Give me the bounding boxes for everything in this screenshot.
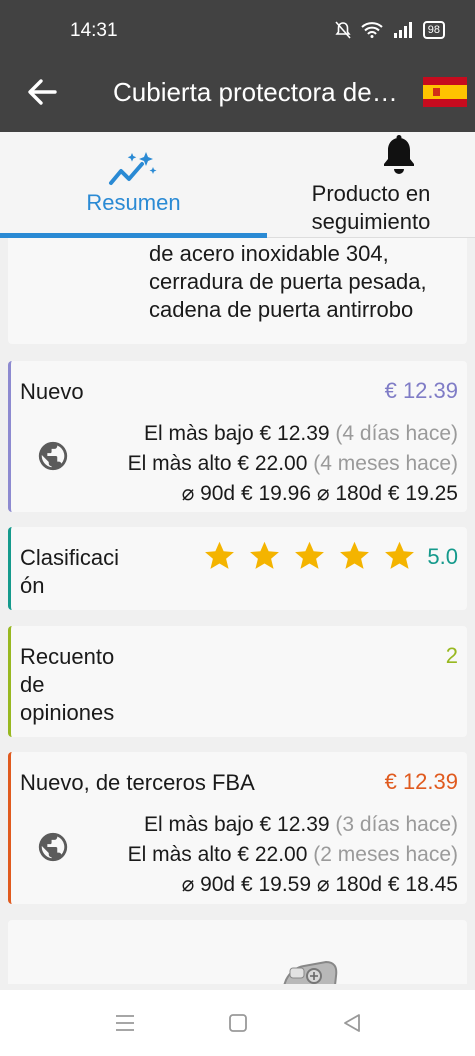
globe-icon xyxy=(38,832,68,862)
home-square-icon[interactable] xyxy=(223,1008,253,1038)
highest-label: El màs alto xyxy=(127,452,232,475)
trend-sparkle-icon xyxy=(109,152,157,185)
tab-resumen[interactable]: Resumen xyxy=(0,132,267,238)
highest-row: El màs alto € 22.00 (2 meses hace) xyxy=(128,840,458,870)
avg180-label: ⌀ 180d xyxy=(316,482,383,505)
review-count-value: 2 xyxy=(445,643,458,668)
back-arrow-icon[interactable] xyxy=(24,74,60,110)
highest-when: (2 meses hace) xyxy=(313,843,458,866)
description-line: cadena de puerta antirrobo xyxy=(149,297,414,322)
status-time: 14:31 xyxy=(70,20,118,41)
globe-icon xyxy=(38,441,68,471)
rating-label: Clasificaci ón xyxy=(20,544,119,600)
price-card-nuevo[interactable]: Nuevo € 12.39 El màs bajo € 12.39 (4 día… xyxy=(8,361,467,512)
back-triangle-icon[interactable] xyxy=(337,1008,367,1038)
rating-label-line: Clasificaci xyxy=(20,545,120,570)
highest-label: El màs alto xyxy=(127,843,232,866)
price-type-label: Nuevo, de terceros FBA xyxy=(20,770,255,795)
lowest-when: (3 días hace) xyxy=(335,813,458,836)
avg180-value: € 19.25 xyxy=(387,482,458,505)
review-label-line: de xyxy=(20,672,45,697)
avg180-label: ⌀ 180d xyxy=(316,873,383,896)
lowest-label: El màs bajo xyxy=(143,813,254,836)
review-label-line: opiniones xyxy=(20,700,115,725)
average-row: ⌀ 90d € 19.96 ⌀ 180d € 19.25 xyxy=(128,479,458,509)
top-bar: 14:31 98 Cubierta protectora de… xyxy=(0,0,475,132)
price-type-label: Nuevo xyxy=(20,379,84,404)
lowest-value: € 12.39 xyxy=(259,422,330,445)
description-card: de acero inoxidable 304, cerradura de pu… xyxy=(8,238,467,344)
rating-value: 5.0 xyxy=(427,544,458,569)
lowest-row: El màs bajo € 12.39 (4 días hace) xyxy=(128,419,458,449)
avg90-label: ⌀ 90d xyxy=(181,482,236,505)
current-price: € 12.39 xyxy=(384,769,458,794)
summary-content[interactable]: de acero inoxidable 304, cerradura de pu… xyxy=(0,238,475,984)
rating-label-line: ón xyxy=(20,573,45,598)
avg90-value: € 19.96 xyxy=(240,482,312,505)
spain-flag-icon[interactable] xyxy=(423,77,467,107)
lowest-when: (4 días hace) xyxy=(335,422,458,445)
signal-icon xyxy=(393,22,412,38)
star-icon xyxy=(205,541,234,569)
price-stats: El màs bajo € 12.39 (4 días hace) El màs… xyxy=(128,419,458,509)
product-image xyxy=(283,960,338,984)
battery-icon: 98 xyxy=(422,21,445,39)
highest-value: € 22.00 xyxy=(237,843,308,866)
system-nav-bar xyxy=(0,990,475,1056)
tab-producto-label: Producto en seguimiento xyxy=(311,181,431,234)
wifi-icon xyxy=(361,22,383,38)
menu-icon[interactable] xyxy=(110,1008,140,1038)
tab-resumen-label: Resumen xyxy=(86,190,181,215)
price-stats: El màs bajo € 12.39 (3 días hace) El màs… xyxy=(128,810,458,900)
description-line: cerradura de puerta pesada, xyxy=(149,269,427,294)
average-row: ⌀ 90d € 19.59 ⌀ 180d € 18.45 xyxy=(128,870,458,900)
star-icon xyxy=(295,541,324,569)
tab-bar: Resumen Producto en seguimiento xyxy=(0,132,475,238)
mute-bell-icon xyxy=(335,21,351,39)
highest-value: € 22.00 xyxy=(237,452,308,475)
page-title: Cubierta protectora de… xyxy=(113,77,398,107)
status-bar: 14:31 98 xyxy=(0,0,475,60)
avg180-value: € 18.45 xyxy=(387,873,458,896)
lowest-value: € 12.39 xyxy=(259,813,330,836)
avg90-label: ⌀ 90d xyxy=(181,873,236,896)
lowest-row: El màs bajo € 12.39 (3 días hace) xyxy=(128,810,458,840)
rating-stars xyxy=(203,539,416,572)
rating-card[interactable]: Clasificaci ón 5.0 xyxy=(8,527,467,610)
highest-row: El màs alto € 22.00 (4 meses hace) xyxy=(128,449,458,479)
avg90-value: € 19.59 xyxy=(240,873,312,896)
price-card-fba[interactable]: Nuevo, de terceros FBA € 12.39 El màs ba… xyxy=(8,752,467,904)
bell-icon xyxy=(384,135,414,174)
app-bar: Cubierta protectora de… xyxy=(0,60,475,132)
review-count-card[interactable]: Recuento de opiniones 2 xyxy=(8,626,467,737)
lowest-label: El màs bajo xyxy=(143,422,254,445)
product-description: de acero inoxidable 304, cerradura de pu… xyxy=(149,240,427,324)
star-icon xyxy=(340,541,369,569)
star-icon xyxy=(250,541,279,569)
review-label-line: Recuento xyxy=(20,644,115,669)
status-icons: 98 xyxy=(335,21,445,39)
current-price: € 12.39 xyxy=(384,378,458,403)
highest-when: (4 meses hace) xyxy=(313,452,458,475)
review-count-label: Recuento de opiniones xyxy=(20,643,114,727)
star-icon xyxy=(385,541,414,569)
description-line: de acero inoxidable 304, xyxy=(149,241,389,266)
tab-producto-seguimiento[interactable]: Producto en seguimiento xyxy=(267,132,475,238)
product-image-card[interactable] xyxy=(8,920,467,984)
